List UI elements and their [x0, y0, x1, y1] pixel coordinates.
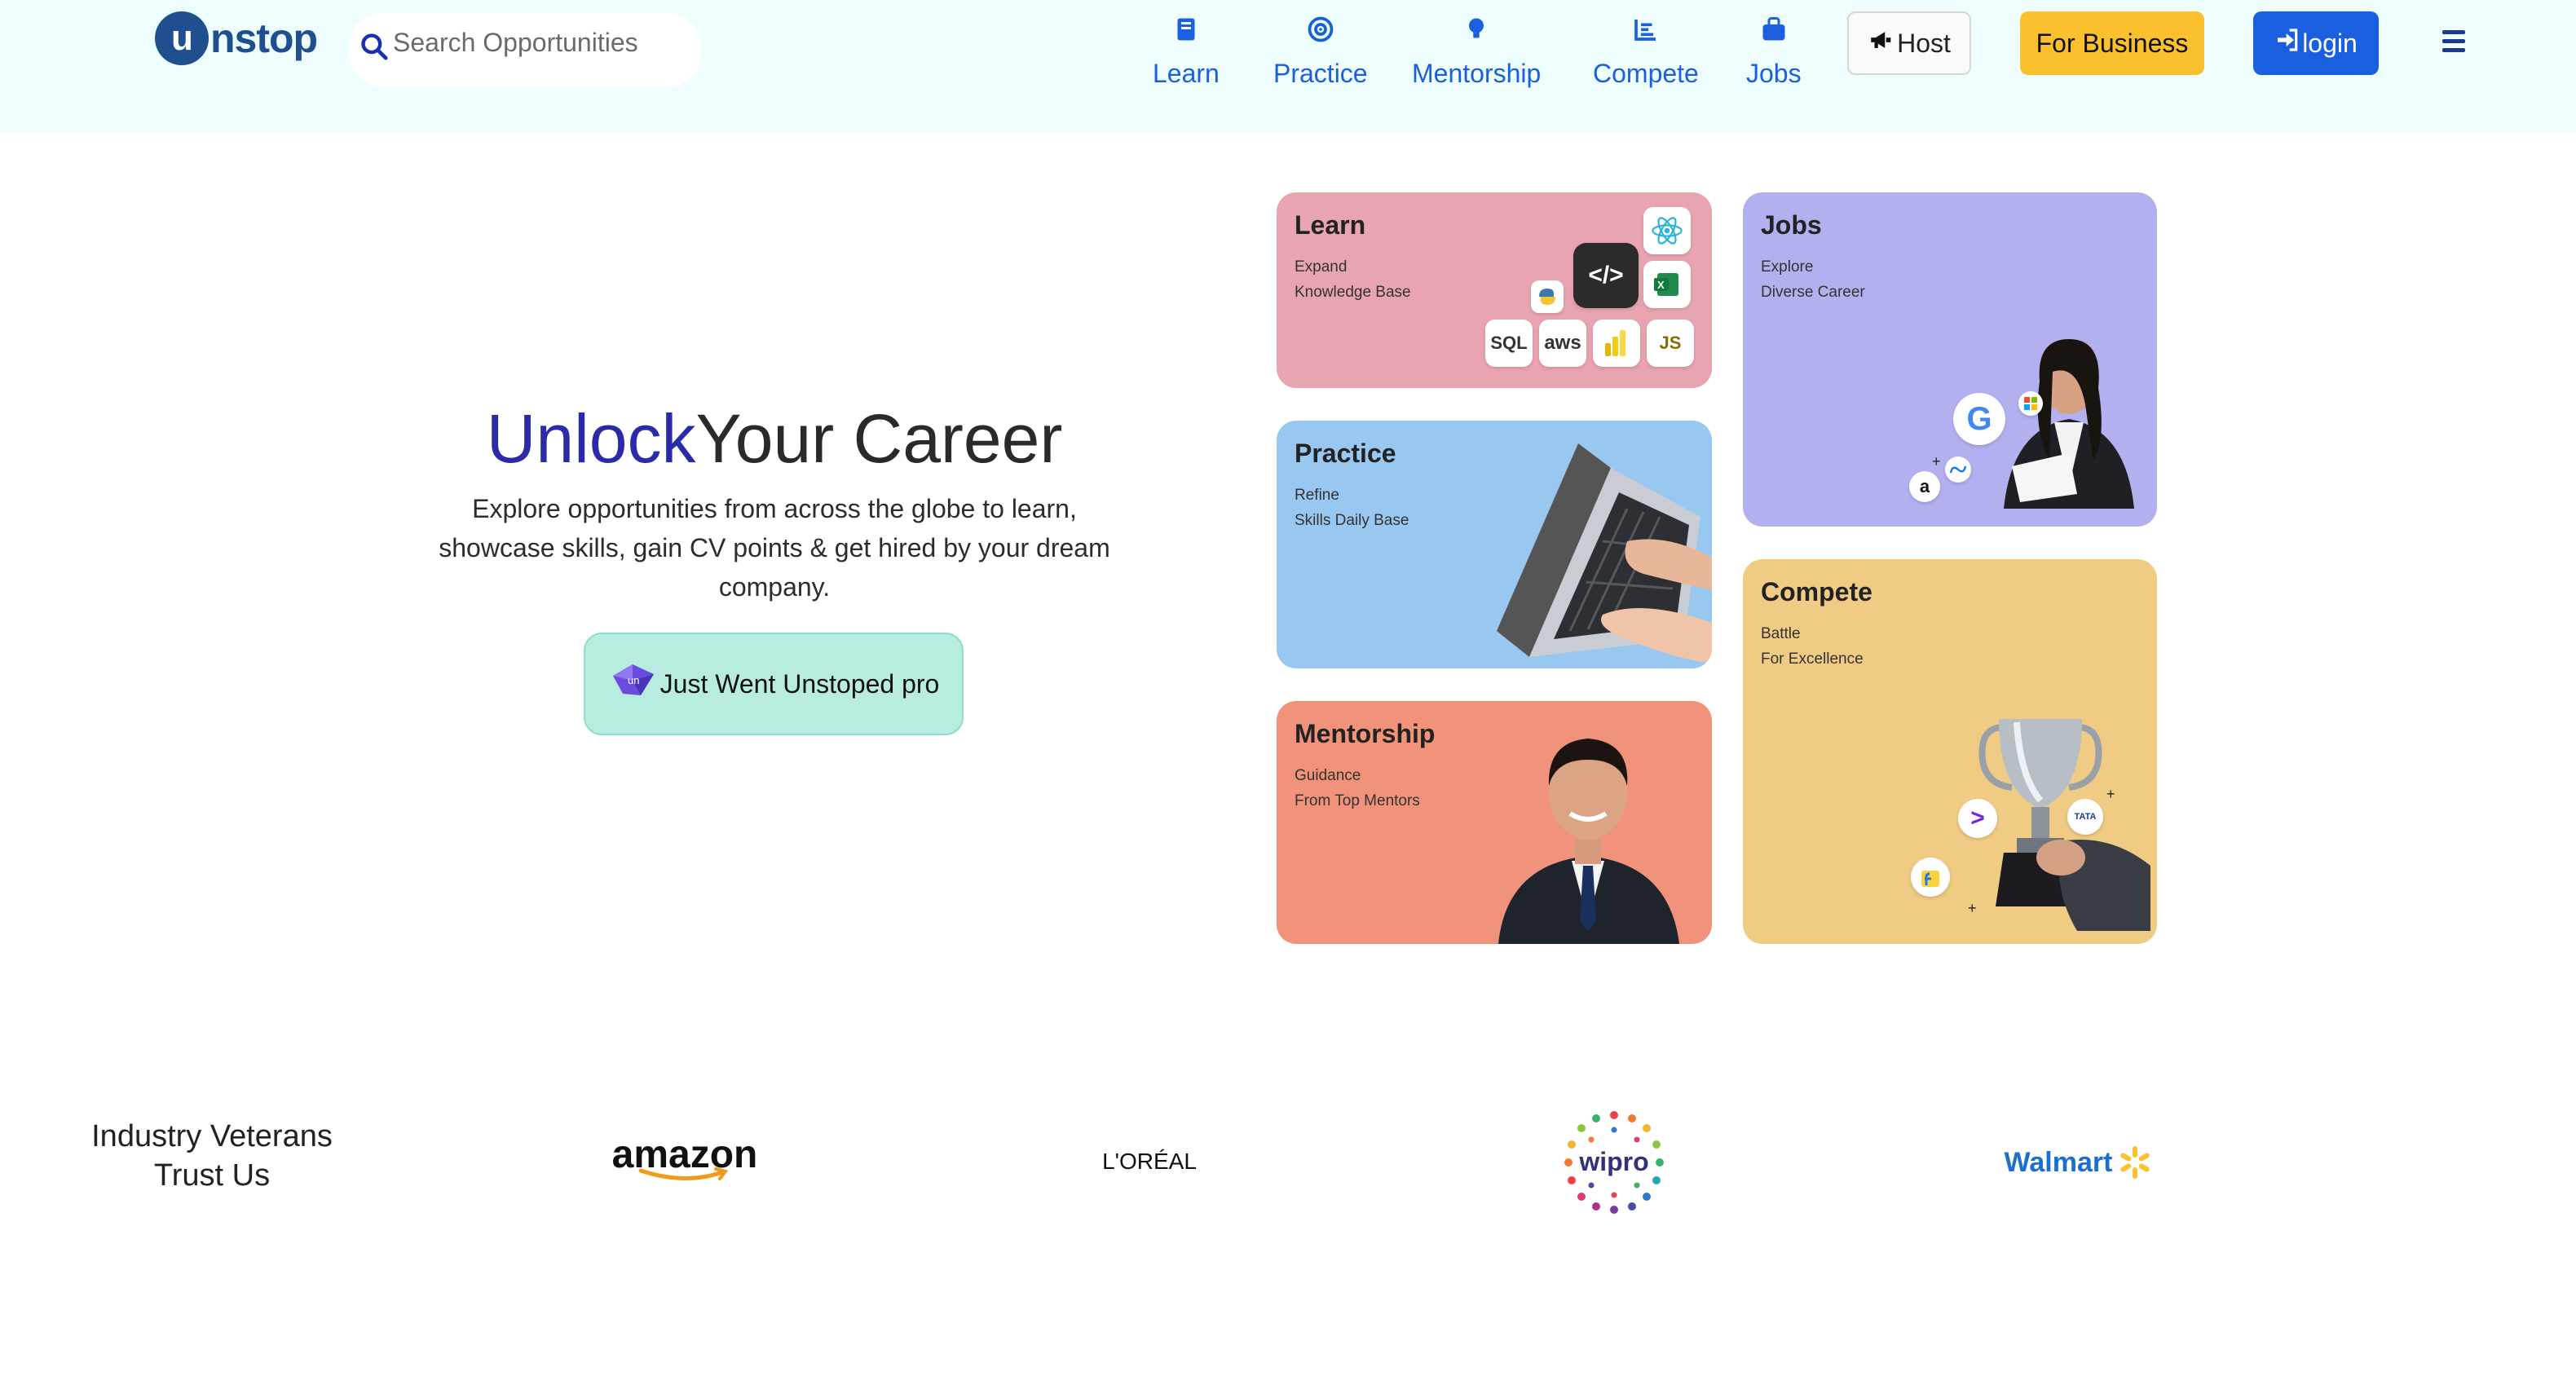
excel-icon: X: [1643, 261, 1691, 308]
accenture-logo-icon: >: [1958, 799, 1997, 838]
code-icon: </>: [1573, 243, 1639, 308]
nav-learn-label: Learn: [1153, 59, 1220, 88]
nav-compete-label: Compete: [1593, 59, 1699, 88]
sparkle-icon: +: [1932, 453, 1941, 470]
login-label: login: [2302, 28, 2358, 58]
hamburger-menu-icon[interactable]: [2437, 24, 2470, 57]
host-button[interactable]: Host: [1847, 11, 1971, 75]
target-icon: [1306, 15, 1335, 59]
meta-logo-icon: [1945, 456, 1971, 483]
logo-text: nstop: [210, 15, 318, 61]
wipro-brand-logo: wipro: [1541, 1105, 1687, 1219]
microsoft-logo-icon: [2018, 391, 2043, 416]
nav-compete[interactable]: Compete: [1593, 15, 1699, 96]
hero-description: Explore opportunities from across the gl…: [439, 494, 1110, 602]
card-mentorship-title: Mentorship: [1295, 719, 1436, 748]
for-business-label: For Business: [2036, 28, 2189, 58]
search-bar[interactable]: [349, 13, 701, 86]
tata-logo-icon: TATA: [2067, 799, 2103, 835]
amazon-brand-logo: amazon: [603, 1125, 766, 1190]
nav-mentorship-label: Mentorship: [1412, 59, 1542, 88]
card-compete-title: Compete: [1761, 577, 1872, 606]
nav-mentorship[interactable]: Mentorship: [1412, 15, 1541, 96]
flipkart-logo-icon: [1911, 858, 1950, 897]
card-practice-title: Practice: [1295, 439, 1396, 468]
nav-practice-label: Practice: [1273, 59, 1368, 88]
search-input[interactable]: [393, 28, 686, 58]
host-label: Host: [1897, 28, 1951, 58]
mentor-photo: [1498, 739, 1679, 944]
react-icon: [1643, 207, 1691, 254]
briefcase-icon: [1759, 15, 1789, 59]
trust-heading: Industry Veterans Trust Us: [91, 1119, 333, 1193]
loreal-brand-logo: L'ORÉAL: [1102, 1149, 1197, 1174]
sparkle-icon: +: [2106, 786, 2115, 802]
walmart-brand-logo: Walmart: [1997, 1138, 2160, 1187]
card-learn-title: Learn: [1295, 210, 1366, 240]
javascript-icon: JS: [1647, 320, 1694, 367]
nav-jobs[interactable]: Jobs: [1746, 15, 1802, 96]
hero-title-accent: Unlock: [486, 400, 696, 477]
unstop-pro-button[interactable]: un Just Went Unstoped pro: [584, 633, 964, 735]
search-icon: [359, 28, 390, 66]
sparkle-icon: +: [1968, 900, 1977, 916]
lightbulb-icon: [1462, 15, 1491, 59]
card-jobs[interactable]: Jobs Explore Diverse Career G a +: [1743, 192, 2157, 527]
card-compete[interactable]: Compete Battle For Excellence > TATA + +: [1743, 559, 2157, 944]
card-mentorship[interactable]: Mentorship Guidance From Top Mentors: [1277, 701, 1712, 944]
sign-in-icon: [2274, 27, 2302, 60]
card-jobs-title: Jobs: [1761, 210, 1822, 240]
logo-mark: u: [155, 11, 209, 65]
card-learn-subtitle: Expand Knowledge Base: [1295, 258, 1411, 301]
svg-text:un: un: [628, 674, 639, 686]
python-icon: [1531, 280, 1564, 313]
book-icon: [1171, 15, 1201, 59]
sql-icon: SQL: [1485, 320, 1533, 367]
nav-jobs-label: Jobs: [1746, 59, 1802, 88]
pro-gem-icon: un: [608, 659, 660, 708]
top-navbar: u nstop Learn Practice Mentorship Compet…: [0, 0, 2576, 132]
power-bi-icon: [1593, 320, 1640, 367]
for-business-button[interactable]: For Business: [2020, 11, 2204, 75]
megaphone-icon: [1868, 26, 1897, 60]
chart-icon: [1631, 15, 1661, 59]
hero-title: UnlockYour Career: [408, 399, 1141, 479]
nav-learn[interactable]: Learn: [1153, 15, 1220, 96]
svg-text:X: X: [1657, 279, 1665, 291]
pro-button-label: Just Went Unstoped pro: [659, 668, 940, 699]
card-learn[interactable]: Learn Expand Knowledge Base </> X SQL aws…: [1277, 192, 1712, 388]
google-logo-icon: G: [1953, 393, 2005, 445]
card-compete-subtitle: Battle For Excellence: [1761, 625, 1864, 668]
hero-title-rest: Your Career: [695, 400, 1063, 477]
aws-icon: aws: [1539, 320, 1586, 367]
walmart-spark-icon: [2120, 1146, 2150, 1179]
amazon-logo-icon: a: [1909, 471, 1940, 502]
card-practice-subtitle: Refine Skills Daily Base: [1295, 487, 1409, 529]
nav-practice[interactable]: Practice: [1273, 15, 1368, 96]
card-jobs-subtitle: Explore Diverse Career: [1761, 258, 1865, 301]
login-button[interactable]: login: [2253, 11, 2379, 75]
svg-text:wipro: wipro: [1578, 1147, 1648, 1176]
laptop-typing-illustration: [1497, 443, 1712, 664]
card-mentorship-subtitle: Guidance From Top Mentors: [1295, 767, 1420, 809]
unstop-logo[interactable]: u nstop: [155, 10, 318, 67]
card-practice[interactable]: Practice Refine Skills Daily Base: [1277, 421, 1712, 668]
